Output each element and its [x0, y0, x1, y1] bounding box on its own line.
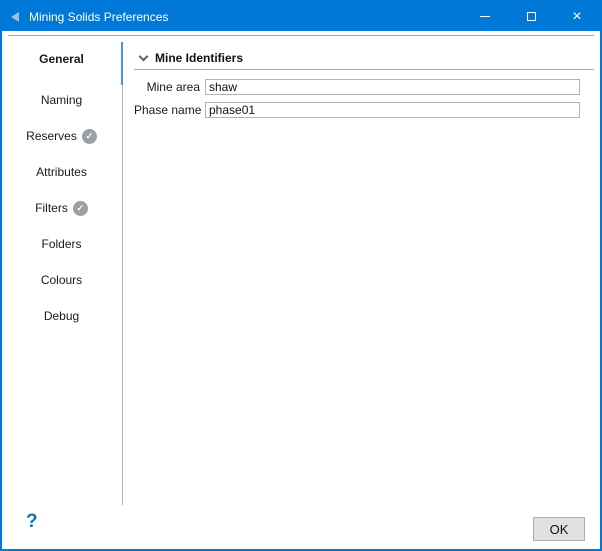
- close-button[interactable]: ×: [554, 2, 600, 31]
- dialog-body: General Naming Reserves ✓ Attributes Fil…: [2, 31, 600, 549]
- sidebar-item-folders[interactable]: Folders: [2, 226, 121, 262]
- settings-panel: Mine Identifiers Mine area Phase name: [134, 31, 594, 118]
- sidebar-item-label: Attributes: [36, 165, 87, 179]
- sidebar-item-label: Debug: [44, 309, 79, 323]
- sidebar-item-reserves[interactable]: Reserves ✓: [2, 118, 121, 154]
- section-header-mine-identifiers[interactable]: Mine Identifiers: [134, 51, 594, 65]
- phase-name-input[interactable]: [205, 102, 580, 118]
- sidebar: General Naming Reserves ✓ Attributes Fil…: [2, 31, 121, 334]
- sidebar-item-colours[interactable]: Colours: [2, 262, 121, 298]
- minimize-icon: [480, 16, 490, 17]
- minimize-button[interactable]: [462, 2, 508, 31]
- sidebar-item-debug[interactable]: Debug: [2, 298, 121, 334]
- help-button[interactable]: ?: [26, 511, 38, 533]
- field-row-phase-name: Phase name: [134, 102, 580, 118]
- ok-button[interactable]: OK: [533, 517, 585, 541]
- sidebar-item-filters[interactable]: Filters ✓: [2, 190, 121, 226]
- titlebar: Mining Solids Preferences ×: [2, 2, 600, 31]
- section-title: Mine Identifiers: [155, 51, 243, 65]
- selected-item-indicator: [121, 42, 123, 85]
- chevron-down-icon: [139, 52, 149, 62]
- sidebar-item-label: General: [39, 52, 84, 66]
- sidebar-item-label: Colours: [41, 273, 82, 287]
- maximize-icon: [527, 12, 536, 21]
- sidebar-item-naming[interactable]: Naming: [2, 82, 121, 118]
- window-title: Mining Solids Preferences: [29, 10, 168, 24]
- maximize-button[interactable]: [508, 2, 554, 31]
- check-circle-icon: ✓: [82, 129, 97, 144]
- sidebar-item-label: Reserves: [26, 129, 77, 143]
- sidebar-item-label: Filters: [35, 201, 68, 215]
- mine-area-label: Mine area: [134, 80, 200, 94]
- mine-area-input[interactable]: [205, 79, 580, 95]
- sidebar-separator: [122, 42, 123, 505]
- sidebar-item-attributes[interactable]: Attributes: [2, 154, 121, 190]
- check-circle-icon: ✓: [73, 201, 88, 216]
- field-row-mine-area: Mine area: [134, 79, 580, 95]
- sidebar-item-label: Folders: [41, 237, 81, 251]
- sidebar-item-label: Naming: [41, 93, 82, 107]
- section-separator: [134, 69, 594, 70]
- preferences-window: Mining Solids Preferences × General Nami…: [0, 0, 602, 551]
- caption-buttons: ×: [462, 2, 600, 31]
- phase-name-label: Phase name: [134, 103, 200, 117]
- close-icon: ×: [572, 9, 581, 25]
- app-icon: [11, 12, 19, 22]
- sidebar-item-general[interactable]: General: [2, 44, 121, 74]
